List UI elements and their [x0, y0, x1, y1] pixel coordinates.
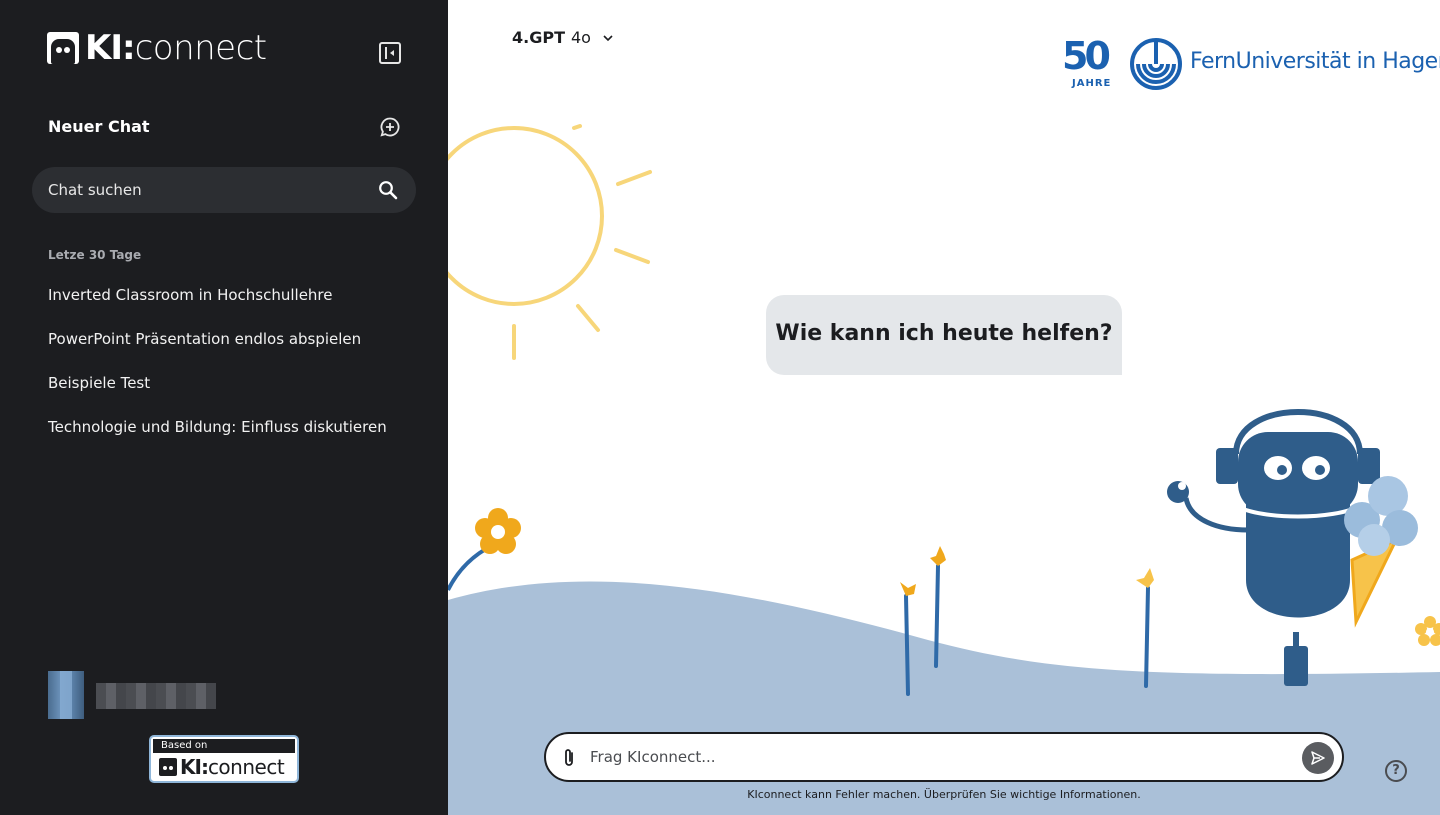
org-name: FernUniversität in Hagen	[1190, 49, 1440, 74]
search-icon[interactable]	[378, 180, 398, 200]
chat-history-item[interactable]: Inverted Classroom in Hochschullehre	[48, 286, 333, 304]
based-on-label: Based on	[153, 739, 295, 753]
sidebar: KI: connect Neuer Chat Chat suchen Letze …	[0, 0, 448, 815]
user-name-redacted[interactable]	[96, 683, 216, 709]
new-chat-icon[interactable]	[380, 117, 400, 137]
logo-text-ki: KI:	[85, 28, 136, 68]
flower-illustration	[475, 508, 521, 554]
robot-logo-icon	[47, 32, 79, 64]
disclaimer-text: KIconnect kann Fehler machen. Überprüfen…	[747, 788, 1141, 801]
fernuni-emblem-icon	[1130, 38, 1182, 90]
chat-history-item[interactable]: Technologie und Bildung: Einfluss diskut…	[48, 418, 387, 436]
kiconnect-logo[interactable]: KI: connect	[47, 30, 267, 66]
sun-illustration	[448, 124, 652, 360]
paperclip-icon[interactable]	[560, 747, 578, 769]
message-input-placeholder[interactable]: Frag KIconnect...	[590, 748, 716, 766]
send-icon	[1311, 751, 1325, 765]
anniversary-logo: 50 JAHRE	[1062, 36, 1128, 92]
model-version: 4o	[570, 28, 591, 47]
chat-history-item[interactable]: PowerPoint Präsentation endlos abspielen	[48, 330, 361, 348]
new-chat-button[interactable]: Neuer Chat	[48, 117, 150, 136]
user-avatar[interactable]	[48, 671, 84, 719]
fernuni-logo[interactable]: 50 JAHRE FernUniversität in Hagen	[1062, 36, 1440, 92]
robot-mascot-illustration	[1167, 409, 1418, 686]
chat-history-item[interactable]: Beispiele Test	[48, 374, 150, 392]
anniversary-number: 50	[1062, 34, 1111, 78]
model-selector[interactable]: 4.GPT 4o	[512, 28, 613, 47]
based-on-kiconnect-badge[interactable]: Based on KI: connect	[149, 735, 299, 783]
badge-brand-connect: connect	[207, 755, 285, 779]
illustration-scene	[448, 124, 1440, 815]
greeting-bubble: Wie kann ich heute helfen?	[766, 295, 1122, 375]
send-button[interactable]	[1302, 742, 1334, 774]
chat-search-input[interactable]: Chat suchen	[32, 167, 416, 213]
recent-section-label: Letze 30 Tage	[48, 248, 142, 262]
greeting-text: Wie kann ich heute helfen?	[775, 321, 1113, 346]
chat-search-placeholder: Chat suchen	[48, 181, 142, 199]
chevron-down-icon	[603, 34, 613, 41]
collapse-sidebar-icon[interactable]	[379, 42, 401, 64]
message-composer[interactable]: Frag KIconnect...	[544, 732, 1344, 782]
badge-brand-ki: KI:	[180, 755, 209, 779]
logo-text-connect: connect	[134, 28, 268, 68]
help-icon[interactable]: ?	[1385, 760, 1407, 782]
robot-logo-icon	[159, 758, 177, 776]
model-name: 4.GPT	[512, 28, 565, 47]
anniversary-label: JAHRE	[1072, 78, 1112, 89]
main-area: 4.GPT 4o 50 JAHRE FernUniversität in Hag…	[448, 0, 1440, 815]
